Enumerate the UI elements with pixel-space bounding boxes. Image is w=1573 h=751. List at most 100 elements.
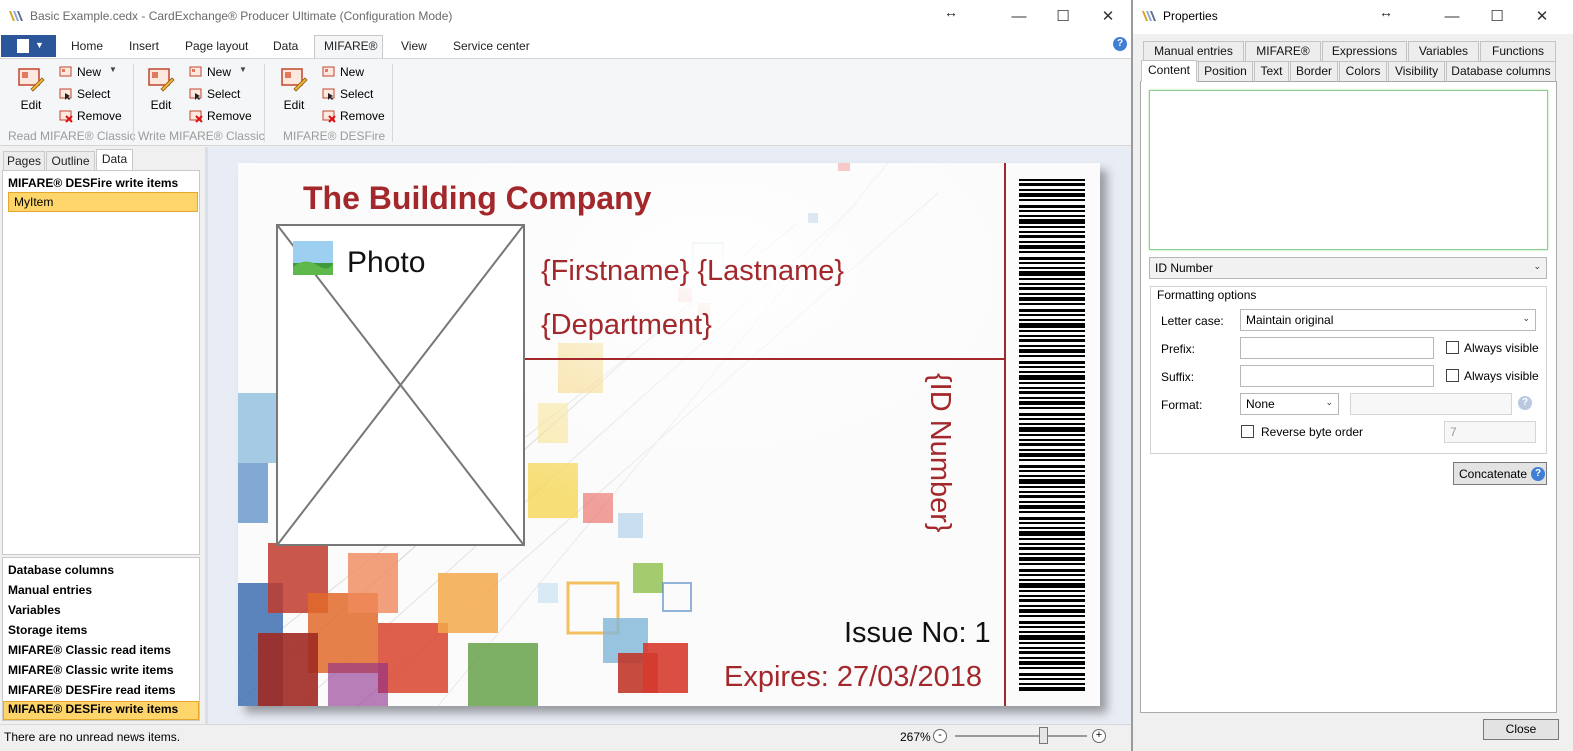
card-issue-number[interactable]: Issue No: 1 bbox=[844, 617, 991, 650]
write-classic-edit-button[interactable]: Edit bbox=[143, 66, 179, 118]
barcode-bar bbox=[1019, 397, 1085, 399]
tab-page-layout[interactable]: Page layout bbox=[185, 39, 248, 53]
zoom-out-button[interactable]: - bbox=[933, 729, 947, 743]
barcode-bar bbox=[1019, 210, 1085, 212]
close-window-button[interactable]: ✕ bbox=[1085, 4, 1131, 30]
format-dropdown[interactable]: None ⌄ bbox=[1240, 393, 1339, 415]
category-database-columns[interactable]: Database columns bbox=[8, 563, 114, 577]
tab-visibility[interactable]: Visibility bbox=[1388, 61, 1445, 82]
card-company-name[interactable]: The Building Company bbox=[303, 180, 651, 217]
help-icon[interactable]: ? bbox=[1113, 37, 1127, 51]
properties-maximize-button[interactable]: ☐ bbox=[1474, 4, 1520, 30]
category-classic-write-items[interactable]: MIFARE® Classic write items bbox=[8, 663, 174, 677]
reverse-byte-order-checkbox[interactable] bbox=[1241, 425, 1254, 438]
prefix-input[interactable] bbox=[1240, 337, 1434, 359]
barcode-bar bbox=[1019, 449, 1085, 451]
tab-insert[interactable]: Insert bbox=[129, 39, 159, 53]
content-expression-textarea[interactable] bbox=[1149, 90, 1548, 250]
tab-service-center[interactable]: Service center bbox=[453, 39, 530, 53]
barcode-bar bbox=[1019, 599, 1085, 602]
format-string-input[interactable] bbox=[1350, 393, 1512, 415]
category-storage-items[interactable]: Storage items bbox=[8, 623, 87, 637]
prefix-always-visible-checkbox[interactable] bbox=[1446, 341, 1459, 354]
tab-view[interactable]: View bbox=[401, 39, 427, 53]
barcode-bar bbox=[1019, 595, 1085, 597]
chevron-down-icon: ▼ bbox=[239, 65, 247, 74]
barcode-bar bbox=[1019, 330, 1085, 332]
card-id-number-field[interactable]: {ID Number} bbox=[923, 373, 956, 533]
barcode-bar bbox=[1019, 309, 1085, 312]
file-menu-button[interactable]: ▼ bbox=[1, 35, 56, 57]
category-desfire-read-items[interactable]: MIFARE® DESFire read items bbox=[8, 683, 176, 697]
tab-manual-entries[interactable]: Manual entries bbox=[1143, 41, 1244, 62]
tab-mifare-props[interactable]: MIFARE® bbox=[1245, 41, 1321, 62]
tab-expressions[interactable]: Expressions bbox=[1322, 41, 1407, 62]
barcode-bar bbox=[1019, 590, 1085, 592]
category-desfire-write-items[interactable]: MIFARE® DESFire write items bbox=[3, 701, 199, 720]
properties-close-window-button[interactable]: ✕ bbox=[1519, 4, 1565, 30]
desfire-edit-button[interactable]: Edit bbox=[276, 66, 312, 118]
barcode-bar bbox=[1019, 335, 1085, 337]
field-select-dropdown[interactable]: ID Number ⌄ bbox=[1149, 257, 1547, 279]
format-help-icon[interactable]: ? bbox=[1518, 396, 1532, 410]
canvas-splitter[interactable] bbox=[205, 147, 208, 724]
zoom-in-button[interactable]: + bbox=[1092, 729, 1106, 743]
tab-functions[interactable]: Functions bbox=[1480, 41, 1556, 62]
barcode-bar bbox=[1019, 387, 1085, 389]
tab-colors[interactable]: Colors bbox=[1339, 61, 1387, 82]
letter-case-dropdown[interactable]: Maintain original ⌄ bbox=[1240, 309, 1536, 331]
barcode[interactable] bbox=[1019, 179, 1085, 691]
tab-content[interactable]: Content bbox=[1141, 60, 1197, 82]
tab-text[interactable]: Text bbox=[1254, 61, 1289, 82]
tab-position[interactable]: Position bbox=[1198, 61, 1253, 82]
concatenate-button[interactable]: Concatenate ? bbox=[1453, 462, 1547, 485]
barcode-bar bbox=[1019, 423, 1085, 425]
card-department-field[interactable]: {Department} bbox=[541, 309, 712, 342]
formatting-options-title: Formatting options bbox=[1154, 288, 1260, 302]
barcode-bar bbox=[1019, 475, 1085, 477]
reverse-byte-order-label: Reverse byte order bbox=[1261, 425, 1364, 439]
list-item-myitem[interactable]: MyItem bbox=[8, 192, 198, 212]
edit-card-icon bbox=[281, 68, 308, 92]
tab-border[interactable]: Border bbox=[1290, 61, 1338, 82]
zoom-slider-track[interactable] bbox=[955, 735, 1087, 737]
barcode-bar bbox=[1019, 413, 1085, 416]
suffix-always-visible-checkbox[interactable] bbox=[1446, 369, 1459, 382]
resize-arrow-icon[interactable]: ↔ bbox=[944, 4, 958, 20]
tab-database-columns[interactable]: Database columns bbox=[1446, 61, 1556, 82]
suffix-input[interactable] bbox=[1240, 365, 1434, 387]
prefix-always-visible-label: Always visible bbox=[1464, 341, 1539, 355]
barcode-bar bbox=[1019, 687, 1085, 691]
properties-minimize-button[interactable]: — bbox=[1429, 4, 1475, 30]
tab-mifare[interactable]: MIFARE® bbox=[324, 39, 378, 53]
barcode-bar bbox=[1019, 621, 1085, 624]
maximize-button[interactable]: ☐ bbox=[1040, 4, 1086, 30]
close-button[interactable]: Close bbox=[1483, 719, 1559, 740]
minimize-button[interactable]: — bbox=[996, 4, 1042, 30]
tab-variables[interactable]: Variables bbox=[1408, 41, 1479, 62]
category-manual-entries[interactable]: Manual entries bbox=[8, 583, 92, 597]
tab-data[interactable]: Data bbox=[273, 39, 298, 53]
category-classic-read-items[interactable]: MIFARE® Classic read items bbox=[8, 643, 171, 657]
group-label-desfire: MIFARE® DESFire bbox=[283, 129, 386, 143]
panel-tab-outline[interactable]: Outline bbox=[46, 151, 95, 171]
photo-placeholder[interactable]: Photo bbox=[276, 224, 525, 546]
barcode-bar bbox=[1019, 361, 1085, 364]
resize-arrow-icon[interactable]: ↔ bbox=[1379, 4, 1393, 20]
barcode-bar bbox=[1019, 439, 1085, 441]
card-expiry-date[interactable]: Expires: 27/03/2018 bbox=[724, 661, 982, 694]
card-name-field[interactable]: {Firstname} {Lastname} bbox=[541, 255, 844, 288]
id-card[interactable]: The Building Company Photo {Firstname} {… bbox=[238, 163, 1100, 706]
category-variables[interactable]: Variables bbox=[8, 603, 61, 617]
tab-home[interactable]: Home bbox=[71, 39, 103, 53]
byte-count-input[interactable]: 7 bbox=[1444, 421, 1536, 443]
panel-tab-pages[interactable]: Pages bbox=[3, 151, 45, 171]
barcode-bar bbox=[1019, 427, 1085, 432]
main-titlebar: Basic Example.cedx - CardExchange® Produ… bbox=[0, 0, 1131, 34]
read-classic-edit-button[interactable]: Edit bbox=[13, 66, 49, 118]
zoom-slider-thumb[interactable] bbox=[1039, 727, 1049, 744]
barcode-bar bbox=[1019, 486, 1085, 488]
remove-label: Remove bbox=[207, 109, 252, 123]
suffix-label: Suffix: bbox=[1161, 370, 1195, 384]
panel-tab-data[interactable]: Data bbox=[96, 149, 133, 171]
